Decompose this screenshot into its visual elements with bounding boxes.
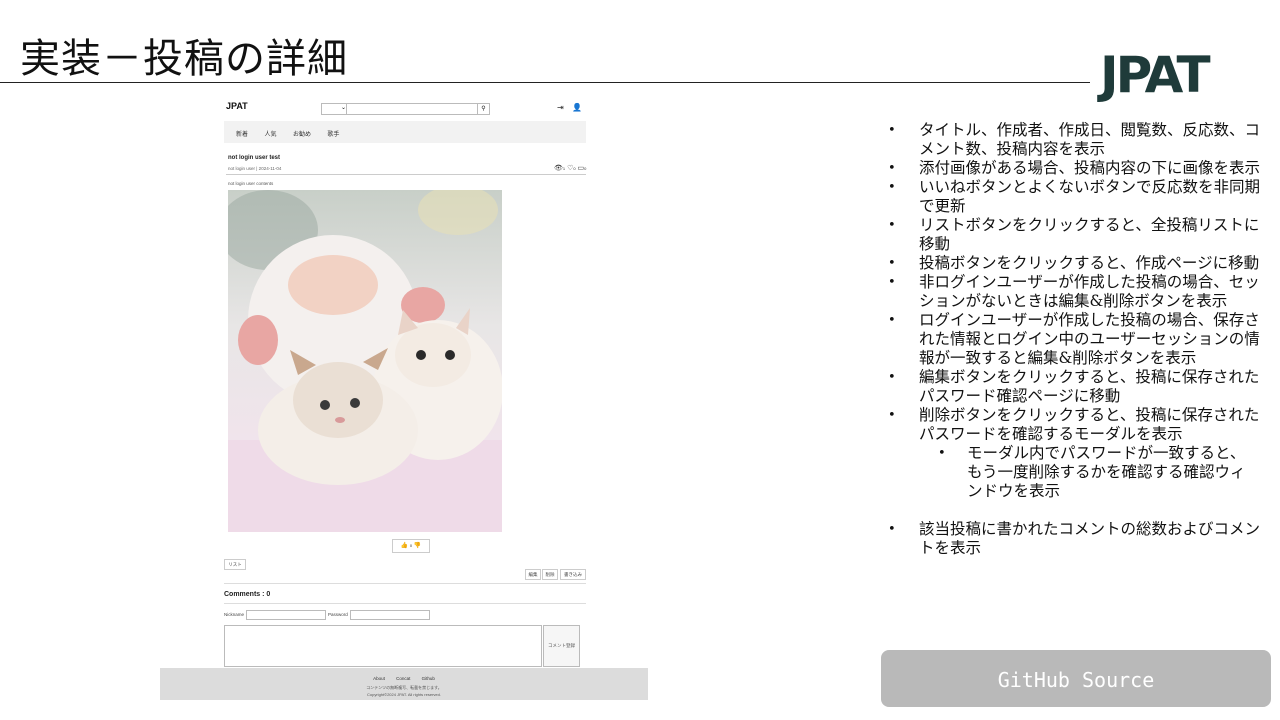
title-divider — [0, 82, 1090, 83]
search-input[interactable] — [346, 103, 478, 115]
search-category-select[interactable]: ⌄ — [321, 103, 347, 115]
post-detail-screenshot: JPAT ⌄ ⚲ ⇥ 👤 新着 人気 お勧め 歌手 not login user… — [160, 95, 650, 701]
feature-item: リストボタンをクリックすると、全投稿リストに移動 — [888, 216, 1260, 254]
nav-item-popular[interactable]: 人気 — [264, 129, 276, 138]
like-count: 0 — [573, 166, 576, 171]
comments-divider — [224, 603, 586, 604]
password-label: Password — [328, 612, 348, 617]
view-count: 1 — [562, 166, 566, 171]
comments-count-label: Comments : 0 — [224, 591, 271, 598]
footer-copyright: Copyright©2024 JPAT. All rights reserved… — [367, 692, 441, 697]
footer-notice: コンテンツの無断複写、転載を禁じます。 — [366, 685, 442, 690]
post-divider — [226, 174, 586, 175]
feature-item: 非ログインユーザーが作成した投稿の場合、セッションがないときは編集&削除ボタンを… — [888, 273, 1260, 311]
post-image-kittens — [228, 190, 502, 532]
password-field[interactable] — [350, 610, 430, 620]
category-nav: 新着 人気 お勧め 歌手 — [224, 121, 586, 143]
nav-item-singer[interactable]: 歌手 — [327, 129, 339, 138]
edit-button[interactable]: 編集 — [525, 569, 541, 580]
delete-button[interactable]: 削除 — [542, 569, 558, 580]
nickname-field[interactable] — [246, 610, 326, 620]
slide-title: 実装－投稿の詳細 — [20, 36, 348, 82]
nickname-label: Nickname — [224, 612, 245, 617]
nav-item-new[interactable]: 新着 — [236, 129, 248, 138]
comment-count: 0 — [584, 166, 587, 171]
github-source-button[interactable]: GitHub Source — [881, 650, 1271, 707]
post-meta: not login user | 2024-11-04 — [228, 166, 282, 171]
footer-link-concat[interactable]: Concat — [396, 676, 410, 681]
feature-subitem: モーダル内でパスワードが一致すると、もう一度削除するかを確認する確認ウィンドウを… — [888, 444, 1260, 501]
thumbs-down-icon[interactable]: 👎 — [414, 543, 421, 549]
site-logo[interactable]: JPAT — [226, 101, 248, 111]
post-stats: 👁1 ♡0 ▭0 — [554, 164, 586, 172]
reaction-buttons: 👍 0 👎 — [392, 539, 430, 553]
comment-submit-button[interactable]: コメント登録 — [543, 625, 580, 667]
eye-icon: 👁 — [554, 165, 563, 172]
brand-logo: JPAT — [1100, 46, 1211, 104]
footer-link-github[interactable]: Github — [422, 676, 435, 681]
feature-item: 投稿ボタンをクリックすると、作成ページに移動 — [888, 254, 1260, 273]
feature-item: ログインユーザーが作成した投稿の場合、保存された情報とログイン中のユーザーセッシ… — [888, 311, 1260, 368]
footer-link-about[interactable]: About — [373, 676, 385, 681]
feature-item: 該当投稿に書かれたコメントの総数およびコメントを表示 — [888, 520, 1260, 558]
post-content: not login user contents — [228, 181, 274, 186]
write-button[interactable]: 書き込み — [560, 569, 586, 580]
list-button[interactable]: リスト — [224, 559, 246, 570]
signup-icon[interactable]: 👤 — [572, 103, 582, 112]
site-header: JPAT ⌄ ⚲ ⇥ 👤 — [226, 101, 588, 117]
kittens-photo — [228, 190, 502, 532]
feature-item: タイトル、作成者、作成日、閲覧数、反応数、コメント数、投稿内容を表示 — [888, 121, 1260, 159]
post-title: not login user test — [228, 155, 281, 161]
login-icon[interactable]: ⇥ — [557, 103, 564, 112]
comment-textarea[interactable] — [224, 625, 542, 667]
feature-list: タイトル、作成者、作成日、閲覧数、反応数、コメント数、投稿内容を表示 添付画像が… — [888, 121, 1260, 558]
nav-item-recommended[interactable]: お勧め — [293, 129, 311, 138]
section-divider — [224, 583, 586, 584]
feature-item: いいねボタンとよくないボタンで反応数を非同期で更新 — [888, 178, 1260, 216]
feature-item: 添付画像がある場合、投稿内容の下に画像を表示 — [888, 159, 1260, 178]
feature-item: 編集ボタンをクリックすると、投稿に保存されたパスワード確認ページに移動 — [888, 368, 1260, 406]
thumbs-up-icon[interactable]: 👍 — [401, 543, 408, 549]
search-icon[interactable]: ⚲ — [477, 103, 490, 115]
feature-item: 削除ボタンをクリックすると、投稿に保存されたパスワードを確認するモーダルを表示 — [888, 406, 1260, 444]
reaction-count: 0 — [409, 543, 413, 548]
site-footer: About Concat Github コンテンツの無断複写、転載を禁じます。 … — [160, 668, 648, 700]
